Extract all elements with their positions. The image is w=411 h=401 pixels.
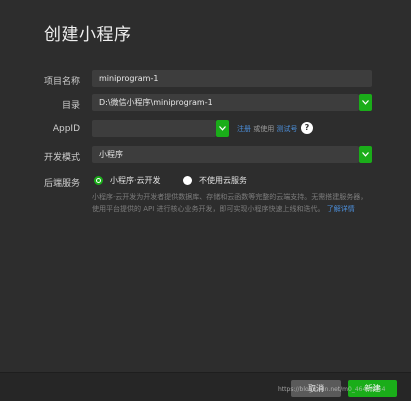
register-link[interactable]: 注册 (237, 125, 251, 133)
test-id-link[interactable]: 测试号 (276, 125, 297, 133)
backend-description: 小程序·云开发为开发者提供数据库、存储和云函数等完整的云端支持。无需搭建服务器，… (92, 191, 374, 215)
dev-mode-dropdown-button[interactable] (359, 146, 372, 163)
directory-input[interactable]: D:\微信小程序\miniprogram-1 (92, 94, 359, 111)
chevron-down-icon (219, 126, 226, 131)
radio-cloud-dev-label[interactable]: 小程序·云开发 (110, 175, 161, 186)
appid-dropdown-button[interactable] (216, 120, 229, 137)
dev-mode-select[interactable]: 小程序 (92, 146, 359, 163)
radio-no-cloud-label[interactable]: 不使用云服务 (199, 175, 247, 186)
question-circle-icon[interactable]: ? (301, 122, 313, 134)
or-text: 或使用 (253, 125, 275, 133)
chevron-down-icon (362, 100, 369, 105)
directory-dropdown-button[interactable] (359, 94, 372, 111)
radio-no-cloud[interactable] (183, 176, 192, 185)
appid-label: AppID (52, 124, 80, 134)
project-name-label: 项目名称 (43, 77, 80, 87)
directory-label: 目录 (61, 101, 80, 111)
dialog-title: 创建小程序 (44, 25, 132, 45)
chevron-down-icon (362, 152, 369, 157)
dev-mode-label: 开发模式 (43, 153, 80, 163)
project-name-input[interactable]: miniprogram-1 (92, 70, 372, 87)
watermark: https://blog.csdn.net/m0_46433964 (278, 386, 386, 393)
radio-cloud-dev[interactable] (94, 176, 103, 185)
appid-links: 注册 或使用 测试号 (237, 124, 297, 134)
learn-more-link[interactable]: 了解详情 (327, 205, 355, 213)
appid-input[interactable] (92, 120, 216, 137)
backend-label: 后端服务 (43, 179, 80, 189)
